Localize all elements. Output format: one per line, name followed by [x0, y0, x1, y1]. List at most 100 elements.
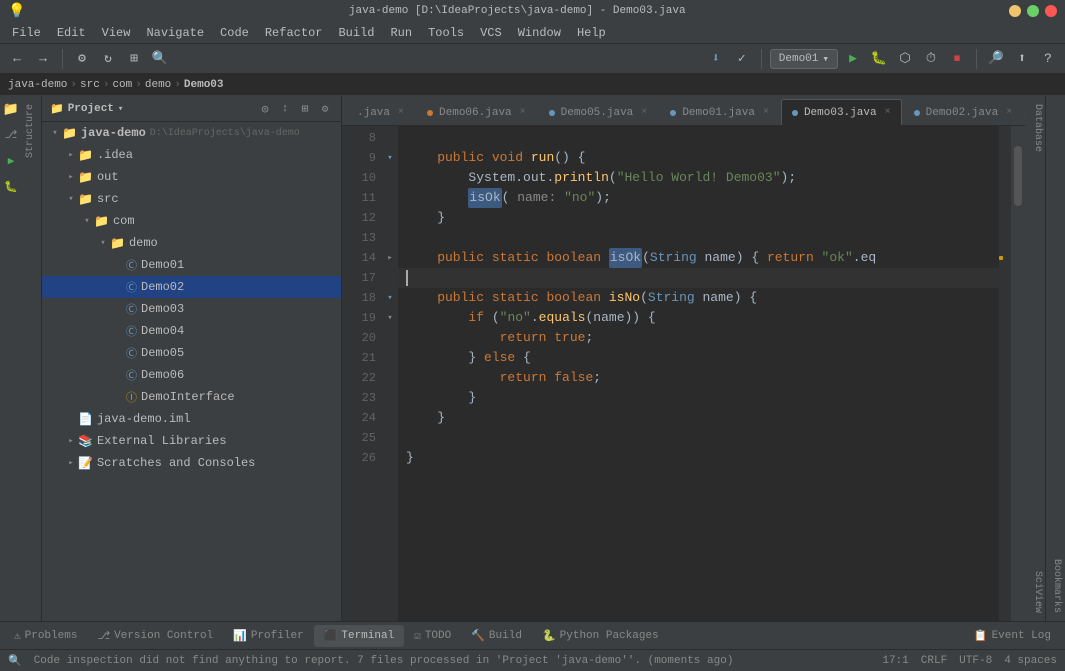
tree-idea[interactable]: ▸ 📁 .idea [42, 144, 341, 166]
tab1-close[interactable]: × [398, 107, 404, 118]
tree-root[interactable]: ▾ 📁 java-demo D:\IdeaProjects\java-demo [42, 122, 341, 144]
gutter-19[interactable]: ▾ [382, 308, 398, 328]
back-button[interactable]: ← [6, 48, 28, 70]
coverage-button[interactable]: ⬡ [894, 48, 916, 70]
menu-item-build[interactable]: Build [330, 24, 382, 42]
vcs-commit-button[interactable]: ✓ [731, 48, 753, 70]
gutter-14[interactable]: ▸ [382, 248, 398, 268]
menu-item-window[interactable]: Window [510, 24, 569, 42]
bottom-tab-profiler[interactable]: 📊 Profiler [223, 625, 314, 647]
breadcrumb-part-5[interactable]: Demo03 [184, 79, 224, 91]
bottom-tab-vcs[interactable]: ⎇ Version Control [87, 625, 223, 647]
database-tab[interactable]: Database [1025, 96, 1045, 160]
bottom-tab-terminal[interactable]: ⬛ Terminal [314, 625, 405, 647]
file-tab-demo06[interactable]: Demo06.java × [416, 99, 537, 125]
bottom-tab-problems[interactable]: ⚠ Problems [4, 625, 87, 647]
editor-scrollbar[interactable] [1011, 126, 1025, 621]
commit-icon[interactable]: ⎇ [2, 126, 20, 144]
status-position[interactable]: 17:1 [882, 655, 908, 667]
tree-demo04[interactable]: ▸ Ⓒ Demo04 [42, 320, 341, 342]
breadcrumb-part-4[interactable]: demo [145, 79, 171, 91]
tab-demo06-close[interactable]: × [520, 107, 526, 118]
file-tab-demo05[interactable]: Demo05.java × [538, 99, 659, 125]
panel-expand-icon[interactable]: ⊞ [297, 101, 313, 117]
tab-demo03-close[interactable]: × [885, 107, 891, 118]
bottom-tab-todo[interactable]: ☑ TODO [404, 625, 461, 647]
forward-button[interactable]: → [32, 48, 54, 70]
close-button[interactable] [1045, 5, 1057, 17]
run-icon[interactable]: ▶ [2, 152, 20, 170]
panel-settings-icon[interactable]: ⚙ [317, 101, 333, 117]
gutter-9[interactable]: ▾ [382, 148, 398, 168]
scrollbar-thumb[interactable] [1014, 146, 1022, 206]
gutter-18[interactable]: ▾ [382, 288, 398, 308]
menu-item-run[interactable]: Run [382, 24, 420, 42]
tree-demo01[interactable]: ▸ Ⓒ Demo01 [42, 254, 341, 276]
tree-com[interactable]: ▾ 📁 com [42, 210, 341, 232]
debug-icon[interactable]: 🐛 [2, 178, 20, 196]
menu-item-navigate[interactable]: Navigate [138, 24, 212, 42]
code-editor[interactable]: 8 9 10 11 12 13 14 17 18 19 20 21 22 23 … [342, 126, 1025, 621]
status-inspect-icon[interactable]: 🔍 [8, 654, 22, 668]
tab-demo01-close[interactable]: × [763, 107, 769, 118]
search-everywhere-button[interactable]: 🔍 [149, 48, 171, 70]
menu-item-help[interactable]: Help [569, 24, 614, 42]
tree-demo06[interactable]: ▸ Ⓒ Demo06 [42, 364, 341, 386]
structure-tab[interactable]: Structure [22, 96, 42, 621]
tree-out[interactable]: ▸ 📁 out [42, 166, 341, 188]
tree-scratches[interactable]: ▸ 📝 Scratches and Consoles [42, 452, 341, 474]
tab-demo05-close[interactable]: × [641, 107, 647, 118]
menu-item-view[interactable]: View [94, 24, 139, 42]
breadcrumb-part-2[interactable]: src [80, 79, 100, 91]
file-tab-1[interactable]: .java × [346, 99, 415, 125]
bookmarks-tab[interactable]: Bookmarks [1045, 96, 1065, 621]
menu-item-tools[interactable]: Tools [420, 24, 472, 42]
panel-locate-icon[interactable]: ◎ [257, 101, 273, 117]
tree-extlibs[interactable]: ▸ 📚 External Libraries [42, 430, 341, 452]
code-content[interactable]: public void run() { System.out.println("… [398, 126, 999, 621]
demo-label: demo [129, 236, 158, 250]
bottom-tab-build[interactable]: 🔨 Build [461, 625, 532, 647]
menu-item-file[interactable]: File [4, 24, 49, 42]
tree-demointerface[interactable]: ▸ Ⓘ DemoInterface [42, 386, 341, 408]
help-button[interactable]: ? [1037, 48, 1059, 70]
tree-demo03[interactable]: ▸ Ⓒ Demo03 [42, 298, 341, 320]
panel-scroll-icon[interactable]: ↕ [277, 101, 293, 117]
debug-button[interactable]: 🐛 [868, 48, 890, 70]
stop-button[interactable]: ⏹ [946, 48, 968, 70]
tree-iml[interactable]: ▸ 📄 java-demo.iml [42, 408, 341, 430]
status-line-ending[interactable]: CRLF [921, 655, 947, 667]
tree-src[interactable]: ▾ 📁 src [42, 188, 341, 210]
file-tab-demo01[interactable]: Demo01.java × [659, 99, 780, 125]
status-encoding[interactable]: UTF-8 [959, 655, 992, 667]
minimize-button[interactable] [1009, 5, 1021, 17]
breadcrumb-part-3[interactable]: com [112, 79, 132, 91]
tab-demo02-close[interactable]: × [1006, 107, 1012, 118]
tree-demo02[interactable]: ▸ Ⓒ Demo02 [42, 276, 341, 298]
file-tab-demo03[interactable]: Demo03.java × [781, 99, 902, 125]
bottom-tab-eventlog[interactable]: 📋 Event Log [964, 625, 1061, 647]
tree-demo[interactable]: ▾ 📁 demo [42, 232, 341, 254]
run-button[interactable]: ▶ [842, 48, 864, 70]
update-button[interactable]: ⬆ [1011, 48, 1033, 70]
layout-button[interactable]: ⊞ [123, 48, 145, 70]
sciview-tab[interactable]: SciView [1025, 563, 1045, 621]
panel-dropdown-icon[interactable]: ▾ [118, 104, 123, 114]
menu-item-code[interactable]: Code [212, 24, 257, 42]
file-tab-demo02[interactable]: Demo02.java × [903, 99, 1024, 125]
menu-item-vcs[interactable]: VCS [472, 24, 510, 42]
maximize-button[interactable] [1027, 5, 1039, 17]
profile-button[interactable]: ⏱ [920, 48, 942, 70]
sync-button[interactable]: ↻ [97, 48, 119, 70]
run-config-selector[interactable]: Demo01 ▾ [770, 49, 838, 69]
status-indent[interactable]: 4 spaces [1004, 655, 1057, 667]
project-icon[interactable]: 📁 [2, 100, 20, 118]
tree-demo05[interactable]: ▸ Ⓒ Demo05 [42, 342, 341, 364]
breadcrumb-part-1[interactable]: java-demo [8, 79, 67, 91]
menu-item-refactor[interactable]: Refactor [257, 24, 331, 42]
search-button[interactable]: 🔎 [985, 48, 1007, 70]
vcs-update-button[interactable]: ⬇ [705, 48, 727, 70]
menu-item-edit[interactable]: Edit [49, 24, 94, 42]
bottom-tab-python[interactable]: 🐍 Python Packages [532, 625, 669, 647]
settings-button[interactable]: ⚙ [71, 48, 93, 70]
